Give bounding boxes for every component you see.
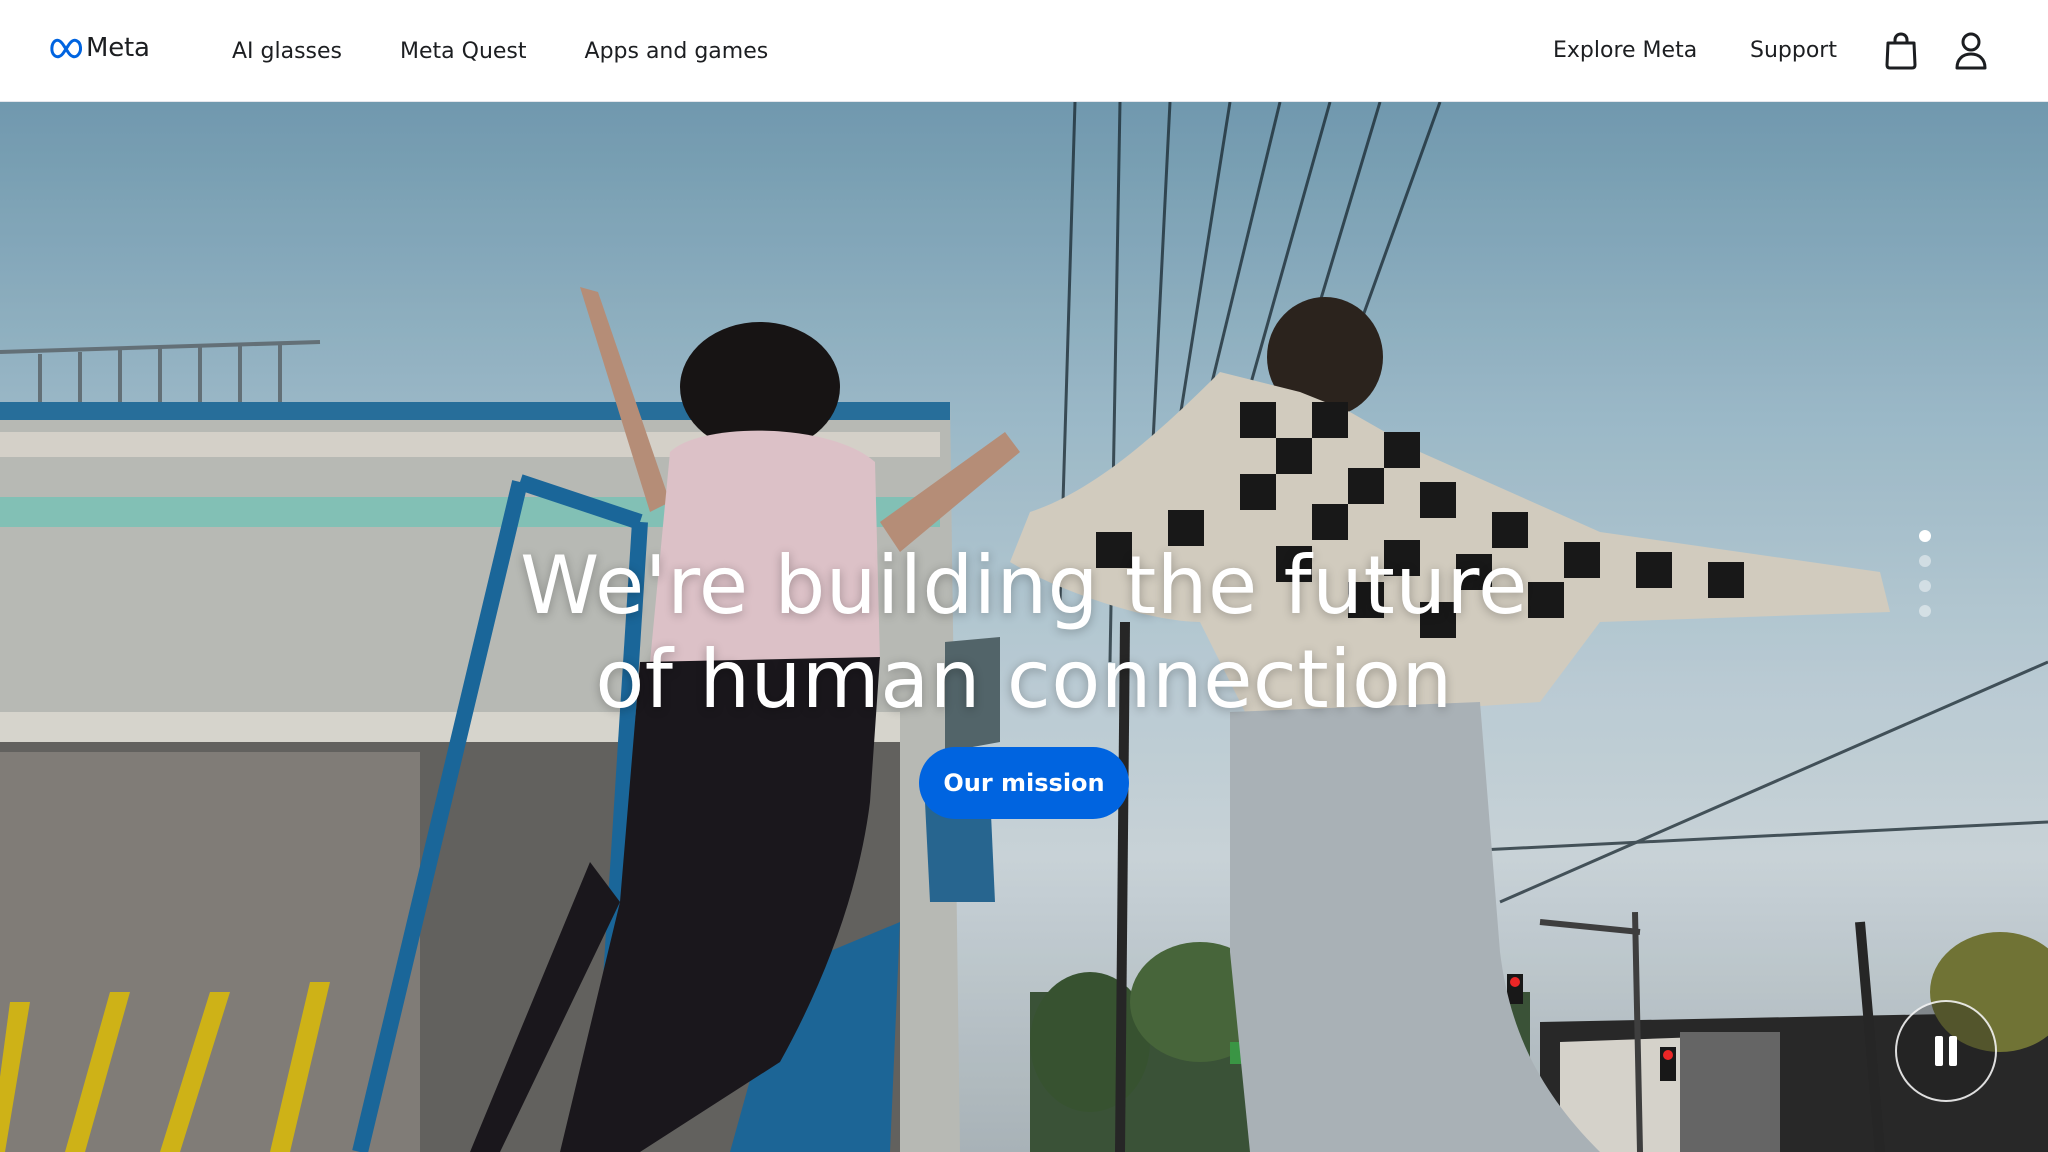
carousel-dot-2[interactable] (1919, 555, 1931, 567)
carousel-pagination (1919, 530, 1933, 630)
account-button[interactable] (1951, 30, 1991, 72)
top-navigation: Meta AI glasses Meta Quest Apps and game… (0, 0, 2048, 102)
hero-banner: We're building the future of human conne… (0, 102, 2048, 1152)
carousel-dot-3[interactable] (1919, 580, 1931, 592)
nav-link-apps-and-games[interactable]: Apps and games (585, 39, 769, 64)
our-mission-button[interactable]: Our mission (919, 747, 1129, 819)
meta-infinity-icon (50, 38, 82, 59)
pause-video-button[interactable] (1895, 1000, 1997, 1102)
shopping-bag-icon (1885, 32, 1917, 70)
shopping-bag-button[interactable] (1881, 30, 1921, 72)
meta-logo[interactable]: Meta (50, 33, 150, 63)
hero-headline-line-1: We're building the future (520, 539, 1528, 632)
nav-link-ai-glasses[interactable]: AI glasses (232, 39, 342, 64)
nav-link-support[interactable]: Support (1750, 38, 1837, 63)
primary-nav: AI glasses Meta Quest Apps and games (232, 0, 826, 102)
carousel-dot-4[interactable] (1919, 605, 1931, 617)
user-icon (1955, 32, 1987, 70)
hero-headline-line-2: of human connection (595, 633, 1453, 726)
nav-link-explore-meta[interactable]: Explore Meta (1553, 38, 1697, 63)
nav-link-meta-quest[interactable]: Meta Quest (400, 39, 527, 64)
brand-name: Meta (86, 33, 150, 63)
pause-icon (1932, 1036, 1960, 1066)
carousel-dot-1[interactable] (1919, 530, 1931, 542)
hero-headline: We're building the future of human conne… (0, 539, 2048, 727)
